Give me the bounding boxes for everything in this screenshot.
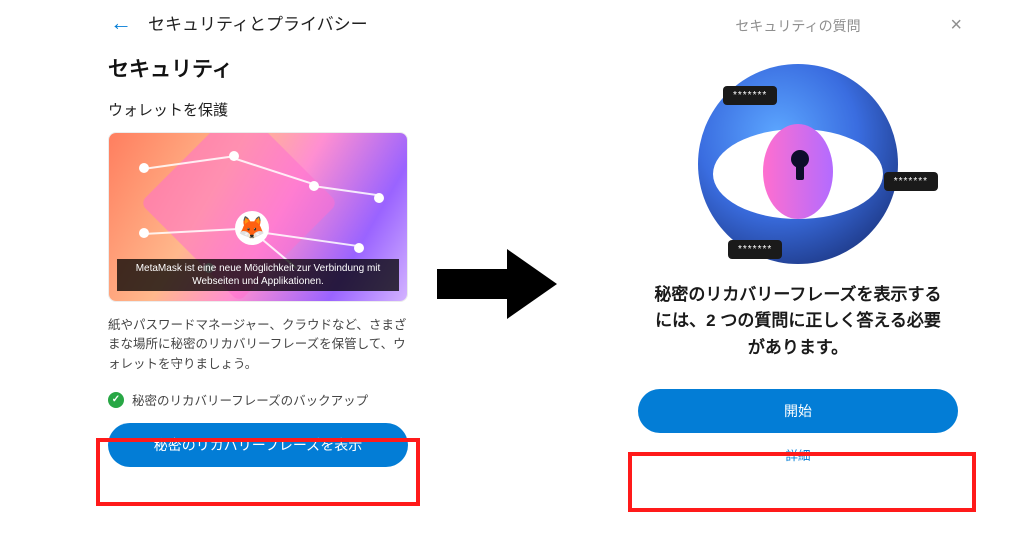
- modal-title: セキュリティの質問: [735, 16, 860, 36]
- prompt-text: 秘密のリカバリーフレーズを表示するには、2 つの質問に正しく答える必要があります…: [648, 282, 948, 361]
- eye-circle: ******* ******* *******: [698, 64, 898, 264]
- protect-wallet-description: 紙やパスワードマネージャー、クラウドなど、さまざまな場所に秘密のリカバリーフレー…: [108, 316, 408, 374]
- security-questions-modal: セキュリティの質問 × ******* ******* ******* 秘密のリ…: [584, 0, 1024, 538]
- arrow-right-icon: [437, 244, 557, 324]
- flow-arrow: [437, 244, 557, 324]
- header-row: ← セキュリティとプライバシー: [0, 6, 410, 35]
- page-title: セキュリティとプライバシー: [148, 10, 368, 35]
- subsection-title: ウォレットを保護: [108, 99, 390, 120]
- keyhole-icon: [791, 150, 809, 168]
- start-button[interactable]: 開始: [638, 389, 958, 433]
- details-link[interactable]: 詳細: [594, 445, 1002, 464]
- check-circle-icon: ✓: [108, 392, 124, 408]
- masked-chip: *******: [884, 172, 938, 191]
- section-title: セキュリティ: [108, 53, 390, 83]
- security-section: セキュリティ ウォレットを保護 🦊 MetaMas: [0, 35, 410, 467]
- security-illustration: ******* ******* *******: [594, 64, 1002, 264]
- modal-header: セキュリティの質問 ×: [594, 16, 1002, 36]
- protect-wallet-video[interactable]: 🦊 MetaMask ist eine neue Möglichkeit zur…: [108, 132, 408, 302]
- masked-chip: *******: [728, 240, 782, 259]
- settings-screen: ← セキュリティとプライバシー セキュリティ ウォレットを保護: [0, 0, 410, 538]
- reveal-seed-phrase-button[interactable]: 秘密のリカバリーフレーズを表示: [108, 423, 408, 467]
- backup-status-label: 秘密のリカバリーフレーズのバックアップ: [132, 390, 368, 409]
- backup-status-row: ✓ 秘密のリカバリーフレーズのバックアップ: [108, 390, 408, 409]
- metamask-fox-icon: 🦊: [235, 211, 269, 245]
- masked-chip: *******: [723, 86, 777, 105]
- close-icon[interactable]: ×: [950, 14, 962, 37]
- video-caption: MetaMask ist eine neue Möglichkeit zur V…: [117, 259, 399, 291]
- back-arrow-icon[interactable]: ←: [110, 12, 132, 34]
